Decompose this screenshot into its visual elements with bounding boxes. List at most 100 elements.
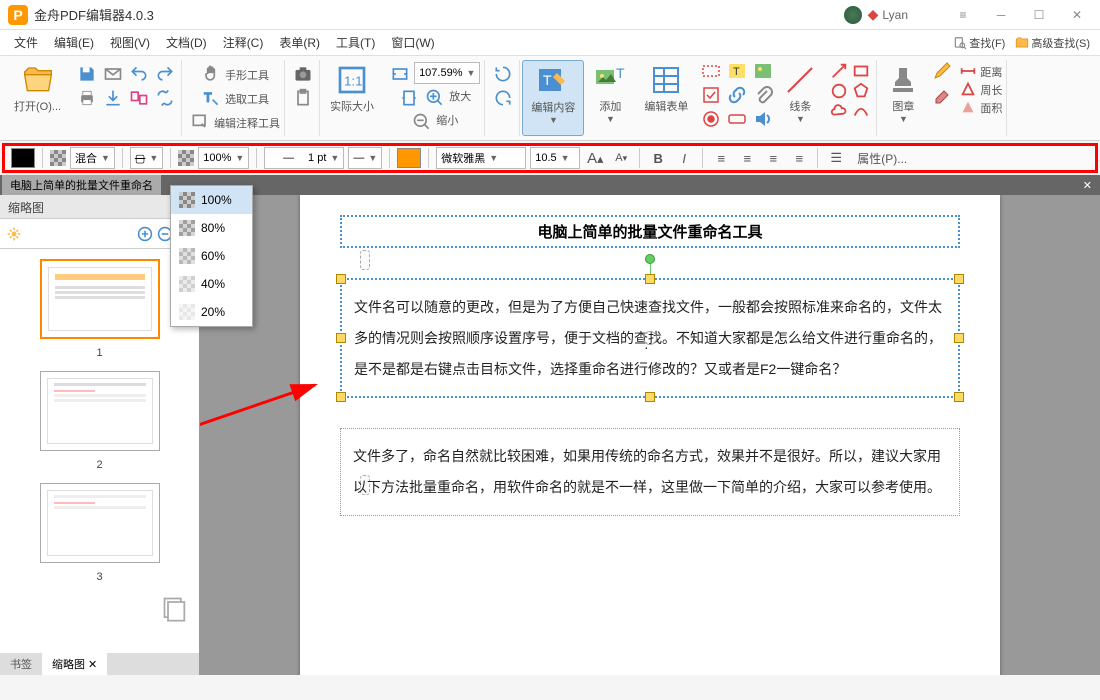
area-icon[interactable] xyxy=(959,98,977,116)
actual-size-button[interactable]: 1:1 实际大小 xyxy=(322,60,382,136)
edit-content-button[interactable]: T 编辑内容 ▼ xyxy=(522,60,584,136)
rotate-handle[interactable] xyxy=(645,254,655,264)
text-color-swatch[interactable] xyxy=(397,148,421,168)
pages-stack-icon[interactable] xyxy=(161,595,189,623)
adv-find-button[interactable]: 高级查找(S) xyxy=(1011,33,1094,53)
convert-button[interactable] xyxy=(127,86,151,110)
curve-shape-icon[interactable] xyxy=(852,102,870,120)
perimeter-icon[interactable] xyxy=(959,80,977,98)
selected-text-block[interactable]: · 文件名可以随意的更改，但是为了方便自己快速查找文件，一般都会按照标准来命名的… xyxy=(340,278,960,398)
menu-window[interactable]: 窗口(W) xyxy=(383,32,442,53)
document-tab[interactable]: 电脑上简单的批量文件重命名 xyxy=(2,175,161,195)
menu-comment[interactable]: 注释(C) xyxy=(215,32,272,53)
attach-button[interactable] xyxy=(752,84,774,106)
edit-form-button[interactable]: 编辑表单 xyxy=(636,60,696,136)
menu-file[interactable]: 文件 xyxy=(6,32,46,53)
thumbnail-tab[interactable]: 缩略图 ✕ xyxy=(42,653,107,675)
menu-doc[interactable]: 文档(D) xyxy=(158,32,215,53)
circle-shape-icon[interactable] xyxy=(830,82,848,100)
annot-tool-button[interactable] xyxy=(188,110,212,134)
radio-button[interactable] xyxy=(700,108,722,130)
resize-handle-tr[interactable] xyxy=(954,274,964,284)
clipboard-button[interactable] xyxy=(291,86,315,110)
save-button[interactable] xyxy=(75,62,99,86)
doc-title[interactable]: 电脑上简单的批量文件重命名工具 xyxy=(340,215,960,248)
fill-color-swatch[interactable] xyxy=(11,148,35,168)
resize-handle-tm[interactable] xyxy=(645,274,655,284)
resize-handle-ml[interactable] xyxy=(336,333,346,343)
opacity-combo[interactable]: 100%▼ xyxy=(198,147,249,169)
rect-shape-icon[interactable] xyxy=(852,62,870,80)
hand-tool-button[interactable] xyxy=(199,62,223,86)
blend-combo[interactable]: 混合▼ xyxy=(70,147,115,169)
mail-button[interactable] xyxy=(101,62,125,86)
highlight-button[interactable]: T xyxy=(726,60,748,82)
cloud-shape-icon[interactable] xyxy=(830,102,848,120)
opacity-option-80[interactable]: 80% xyxy=(171,214,252,242)
bold-button[interactable]: B xyxy=(647,147,669,169)
resize-handle-tl[interactable] xyxy=(336,274,346,284)
tab-close-button[interactable]: ✕ xyxy=(1075,179,1100,192)
open-button[interactable]: 打开(O)... xyxy=(6,60,69,136)
sound-button[interactable] xyxy=(752,108,774,130)
button-button[interactable] xyxy=(726,108,748,130)
thumbnail-3[interactable] xyxy=(40,483,160,563)
nofill-combo[interactable]: ▢▼ xyxy=(130,147,163,169)
rotate-left-button[interactable] xyxy=(491,62,515,86)
align-justify-button[interactable]: ≡ xyxy=(788,147,810,169)
zoom-out-button[interactable] xyxy=(410,110,434,134)
thumbnail-1[interactable] xyxy=(40,259,160,339)
align-left-button[interactable]: ≡ xyxy=(710,147,732,169)
opacity-option-60[interactable]: 60% xyxy=(171,242,252,270)
fit-page-button[interactable] xyxy=(397,86,421,110)
sidebar-zoom-in-icon[interactable] xyxy=(137,226,153,242)
menu-icon[interactable]: ≡ xyxy=(948,5,978,25)
properties-button[interactable]: 属性(P)... xyxy=(857,150,907,167)
maximize-button[interactable]: ☐ xyxy=(1024,5,1054,25)
find-button[interactable]: 查找(F) xyxy=(949,33,1009,53)
font-combo[interactable]: 微软雅黑▼ xyxy=(436,147,526,169)
stroke-style-combo[interactable]: —▼ xyxy=(348,147,382,169)
arrow-shape-icon[interactable] xyxy=(830,62,848,80)
minimize-button[interactable]: ─ xyxy=(986,5,1016,25)
pencil-button[interactable] xyxy=(931,60,953,82)
stamp-button[interactable]: 图章 ▼ xyxy=(879,60,927,136)
link-button[interactable] xyxy=(726,84,748,106)
italic-button[interactable]: I xyxy=(673,147,695,169)
redo-button[interactable] xyxy=(153,62,177,86)
font-size-combo[interactable]: 10.5▼ xyxy=(530,147,580,169)
align-center-button[interactable]: ≡ xyxy=(736,147,758,169)
resize-handle-mr[interactable] xyxy=(954,333,964,343)
thumbnail-2[interactable] xyxy=(40,371,160,451)
menu-tool[interactable]: 工具(T) xyxy=(328,32,383,53)
select-tool-button[interactable]: T xyxy=(199,86,223,110)
snapshot-button[interactable] xyxy=(291,62,315,86)
checkbox-button[interactable] xyxy=(700,84,722,106)
image-button[interactable] xyxy=(752,60,774,82)
menu-form[interactable]: 表单(R) xyxy=(271,32,328,53)
stroke-width-combo[interactable]: — 1 pt▼ xyxy=(264,147,344,169)
close-button[interactable]: ✕ xyxy=(1062,5,1092,25)
opacity-option-20[interactable]: 20% xyxy=(171,298,252,326)
align-right-button[interactable]: ≡ xyxy=(762,147,784,169)
print-button[interactable] xyxy=(75,86,99,110)
opacity-option-100[interactable]: 100% xyxy=(171,186,252,214)
menu-view[interactable]: 视图(V) xyxy=(102,32,158,53)
text-field-button[interactable] xyxy=(700,60,722,82)
opacity-option-40[interactable]: 40% xyxy=(171,270,252,298)
bookmark-tab[interactable]: 书签 xyxy=(0,653,42,675)
export-button[interactable] xyxy=(101,86,125,110)
polygon-shape-icon[interactable] xyxy=(852,82,870,100)
distance-icon[interactable] xyxy=(959,62,977,80)
add-button[interactable]: T 添加 ▼ xyxy=(586,60,634,136)
user-name[interactable]: Lyan xyxy=(882,8,908,22)
line-button[interactable]: 线条 ▼ xyxy=(776,60,824,136)
gear-icon[interactable] xyxy=(6,226,22,242)
replace-button[interactable] xyxy=(153,86,177,110)
text-block-2[interactable]: 文件多了，命名自然就比较困难，如果用传统的命名方式，效果并不是很好。所以，建议大… xyxy=(340,428,960,516)
fit-width-button[interactable] xyxy=(388,62,412,86)
page-canvas[interactable]: 电脑上简单的批量文件重命名工具 · 文件名可以随意的更改，但是为了方便自己快速查… xyxy=(300,195,1000,675)
undo-button[interactable] xyxy=(127,62,151,86)
rotate-right-button[interactable] xyxy=(491,86,515,110)
resize-handle-bl[interactable] xyxy=(336,392,346,402)
